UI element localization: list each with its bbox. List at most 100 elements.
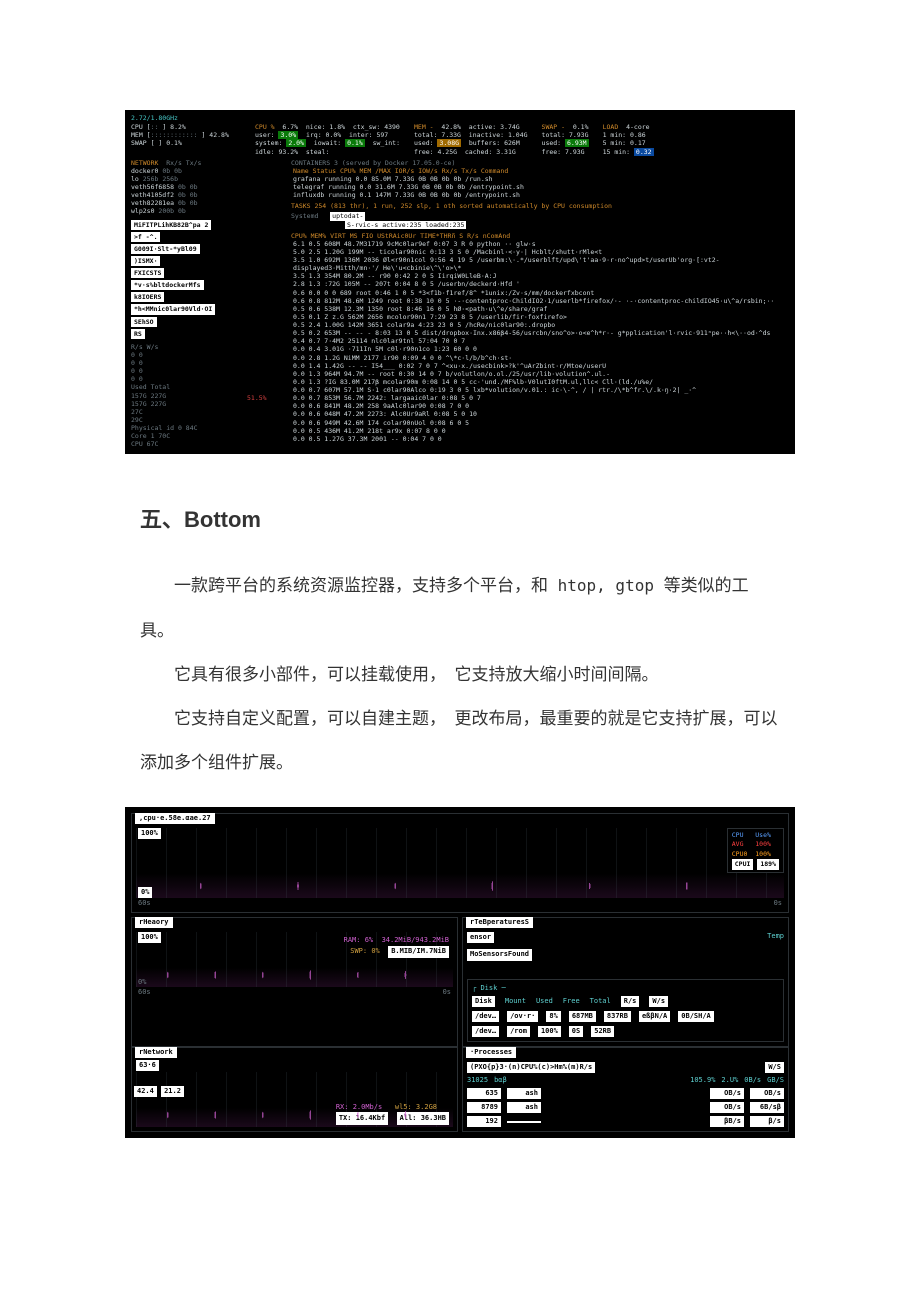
glances-left-column: NETWORK Rx/s Tx/s docker0 0b 0blo 256b 2… xyxy=(131,159,281,449)
proc-row: 0.0 0.6 949M 42.6M 174 colar90nUol 0:08 … xyxy=(291,419,789,427)
proc-row: 0.4 0.7 7·4M2 25114 nlc0lar9tnl 57:04 70… xyxy=(291,337,789,345)
proc-head: CPU% MEM% VIRT MS FIO UStRAic0Ur TIME*TH… xyxy=(291,232,789,240)
process-row: 31025bαβ105.9%2.U%0B/sGB/S xyxy=(467,1076,784,1085)
left-chip: k8IOERS xyxy=(131,292,164,302)
left-chip: FXICSTS xyxy=(131,268,164,278)
left-chip: G009I·Slt-*yBl09 xyxy=(131,244,200,254)
proc-row: 0.6 0.8 812M 48.6M 1249 root 0:38 10 0 5… xyxy=(291,297,789,305)
proc-row: 0.0 2.8 1.2G NiMM 2177 ir90 0:09 4 0 0 ^… xyxy=(291,354,789,362)
glances-summary: CPU [:: ] 8.2% MEM [:::::::::::: ] 42.8%… xyxy=(131,123,789,156)
proc-row: 0.0 0.7 607M 57.1M S·1 c0lar90Alco 0:19 … xyxy=(291,386,789,394)
btm-mem-graph: 100% 0% 60s 0s RAM: 6% 34.2MiB/943.2MiB … xyxy=(136,932,453,987)
disk-head-cell: W/s xyxy=(649,996,668,1007)
left-chip: *v·s%bltdockerMfs xyxy=(131,280,204,290)
btm-memory-panel: rHeaory 100% 0% 60s 0s RAM: 6% 34.2MiB/9… xyxy=(131,917,458,1047)
left-chip: MiFITPLihKB82B^pa 2 xyxy=(131,220,211,230)
left-meta-row: 0 0 xyxy=(131,359,281,367)
tasks-line: TASKS 254 (813 thr), 1 run, 252 slp, 1 o… xyxy=(291,202,789,210)
btm-cpu-graph: 100% 0% 60s 0s CPU Use% AVG 100% CPU0 10… xyxy=(136,828,784,898)
proc-row: 0.6 0.0 0 0 689 root 0:46 1 0 5 *3<f1b·f… xyxy=(291,289,789,297)
iface-row: veth56f6858 0b 0b xyxy=(131,183,281,191)
btm-net-proc-row: rNetwork 63·6 42.4 21.2 RX: 2.0Mb/s wl5:… xyxy=(131,1047,789,1132)
proc-row: 0.5 2.4 1.00G 142M 3651 colar9a 4:23 23 … xyxy=(291,321,789,329)
left-meta-row: CPU 67C xyxy=(131,440,281,448)
left-chip: *h<MMnic0lar90Vld·OI xyxy=(131,304,215,314)
para-3: 它支持自定义配置，可以自建主题， 更改布局，最重要的就是它支持扩展，可以添加多个… xyxy=(140,697,780,785)
container-row: telegraf running 0.0 31.6M 7.33G 0B 0B 0… xyxy=(291,183,789,191)
containers-head: Name Status CPU% MEM /MAX IOR/s IOW/s Rx… xyxy=(291,167,789,175)
iface-row: veth4105df2 0b 0b xyxy=(131,191,281,199)
left-meta-row: Used Total xyxy=(131,383,281,391)
proc-row: 0.5 0.1 Z z.G 562M 2656 mcolor90n1 7:29 … xyxy=(291,313,789,321)
left-meta-row: 0 0 xyxy=(131,351,281,359)
proc-row: 5.0 2.5 1.20G 199M -- ticolar90nic 0:13 … xyxy=(291,248,789,256)
para-1: 一款跨平台的系统资源监控器，支持多个平台，和 htop, gtop 等类似的工具… xyxy=(140,564,780,652)
bottom-screenshot: ,cpu·e.58e.αae.27 100% 0% 60s 0s CPU Use… xyxy=(125,807,795,1138)
disk-head-cell: Mount xyxy=(505,997,526,1005)
glances-main: CONTAINERS 3 (served by Docker 17.05.0-c… xyxy=(291,159,789,449)
left-chip: >f -^. xyxy=(131,232,160,242)
container-row: grafana running 0.0 85.0M 7.33G 0B 0B 0b… xyxy=(291,175,789,183)
cpu-col: CPU % 6.7% nice: 1.8% ctx_sw: 4390 user:… xyxy=(255,123,400,156)
proc-row: 0.0 0.6 841M 48.2M 258 9aAlc0lar90 0:08 … xyxy=(291,402,789,410)
proc-row: 6.1 0.5 608M 48.7M31719 9cMc0lar9ef 0:07… xyxy=(291,240,789,248)
left-chip: )ISMX· xyxy=(131,256,160,266)
btm-net-graph: 42.4 21.2 RX: 2.0Mb/s wl5: 3.2G8 TX: 16.… xyxy=(136,1072,453,1127)
disk-row: /dev…/rom100%0S52RB xyxy=(472,1026,779,1037)
left-meta-row: 29C xyxy=(131,416,281,424)
btm-cpu-title: ,cpu·e.58e.αae.27 xyxy=(135,813,215,824)
disk-head-cell: Used xyxy=(536,997,553,1005)
proc-row: 0.5 0.2 653M -- -- - 8:03 13 0 5 dist/dr… xyxy=(291,329,789,337)
proc-row: 3.5 1.3 354M 80.2M -- r90 0:42 2 0 5 Iir… xyxy=(291,272,789,280)
proc-row: 0.0 0.5 1.27G 37.3M 2001 -- 0:04 7 0 0 xyxy=(291,435,789,443)
article-body: 一款跨平台的系统资源监控器，支持多个平台，和 htop, gtop 等类似的工具… xyxy=(140,564,780,785)
glances-top-bar: 2.72/1.80GHz xyxy=(131,114,789,122)
para-2: 它具有很多小部件，可以挂载使用， 它支持放大缩小时间间隔。 xyxy=(140,653,780,697)
btm-cpu-legend: CPU Use% AVG 100% CPU0 100% CPUI 189% xyxy=(727,828,784,872)
uptodate-chip: uptodat- xyxy=(330,212,365,220)
left-meta-row: 27C xyxy=(131,408,281,416)
proc-row: 0.0 0.6 048M 47.2M 2273: Alc0Ur9aRl 0:08… xyxy=(291,410,789,418)
swap-col: SWAP - 0.1% total: 7.93G used: 6.93M fre… xyxy=(542,123,589,156)
left-chip: RS xyxy=(131,329,145,339)
btm-cpu-panel: ,cpu·e.58e.αae.27 100% 0% 60s 0s CPU Use… xyxy=(131,813,789,913)
glances-left-gauges: CPU [:: ] 8.2% MEM [:::::::::::: ] 42.8%… xyxy=(131,123,241,156)
proc-row: 0.0 1.3 964M 94.7M -- root 0:30 14 0 7 b… xyxy=(291,370,789,378)
iface-row: lo 256b 256b xyxy=(131,175,281,183)
containers-title: CONTAINERS 3 (served by Docker 17.05.0-c… xyxy=(291,159,789,167)
left-meta-row: Core 1 70C xyxy=(131,432,281,440)
iface-row: docker0 0b 0b xyxy=(131,167,281,175)
load-col: LOAD 4-core 1 min: 0.86 5 min: 0.17 15 m… xyxy=(603,123,654,156)
proc-row: 0.5 0.6 538M 12.3M 1350 root 8:46 16 0 5… xyxy=(291,305,789,313)
disk-row: /dev…/ov·r·8%687MB837RBeßβN/A0B/SH/A xyxy=(472,1011,779,1022)
disk-head-cell: Total xyxy=(590,997,611,1005)
btm-disk-panel: ┌ Disk ─ DiskMountUsedFreeTotalR/sW/s /d… xyxy=(467,979,784,1042)
process-row: 8789ashOB/s6B/sβ xyxy=(467,1102,784,1113)
cpu-freq: 2.72/1.80GHz xyxy=(131,114,178,122)
disk-head-cell: Disk xyxy=(472,996,495,1007)
process-row: 192βB/sβ/s xyxy=(467,1116,784,1127)
disk-head-cell: Free xyxy=(563,997,580,1005)
mem-col: MEM - 42.8% active: 3.74G total: 7.33G i… xyxy=(414,123,528,156)
red-pct: 51.5% xyxy=(247,394,267,402)
proc-row: 0.0 0.5 436M 41.2M 218t ar9x 0:07 8 0 0 xyxy=(291,427,789,435)
btm-mem-temp-row: rHeaory 100% 0% 60s 0s RAM: 6% 34.2MiB/9… xyxy=(131,917,789,1047)
iface-row: wlp2s0 200b 0b xyxy=(131,207,281,215)
btm-network-panel: rNetwork 63·6 42.4 21.2 RX: 2.0Mb/s wl5:… xyxy=(131,1047,458,1132)
process-row: 635ashOB/sOB/s xyxy=(467,1088,784,1099)
proc-row: 0.0 0.7 853M 56.7M 2242: largaaic0lar 0:… xyxy=(291,394,789,402)
glances-screenshot: 2.72/1.80GHz CPU [:: ] 8.2% MEM [:::::::… xyxy=(125,110,795,454)
container-row: influxdb running 0.1 147M 7.33G 0B 0B 0b… xyxy=(291,191,789,199)
disk-head-cell: R/s xyxy=(621,996,640,1007)
proc-row: 0.0 0.4 3.01G ·711In 5M c0l·r90n1co 1:23… xyxy=(291,345,789,353)
proc-row: 3.5 1.0 692M 136M 2036 Øl<r90n1col 9:56 … xyxy=(291,256,789,272)
iface-row: veth82281ea 0b 0b xyxy=(131,199,281,207)
proc-row: 0.0 1.4 1.42G -- -- I54___ 0:02 7 0 7 ^<… xyxy=(291,362,789,370)
uptodate-chip-2: S-rvic-s active:235 loaded:235 xyxy=(345,221,466,229)
btm-temp-disk-panel: rTeBperaturesS ensor Temp MoSensorsFound… xyxy=(462,917,789,1047)
left-meta-row: Physical id 0 84C xyxy=(131,424,281,432)
left-chip: SEhSO xyxy=(131,317,157,327)
left-meta-row: 0 0 xyxy=(131,367,281,375)
btm-processes-panel: ·Processes (PXO{p}3·(n)CPU%(c)>Hm%(m)R/s… xyxy=(462,1047,789,1132)
section-heading: 五、Bottom xyxy=(140,502,920,534)
